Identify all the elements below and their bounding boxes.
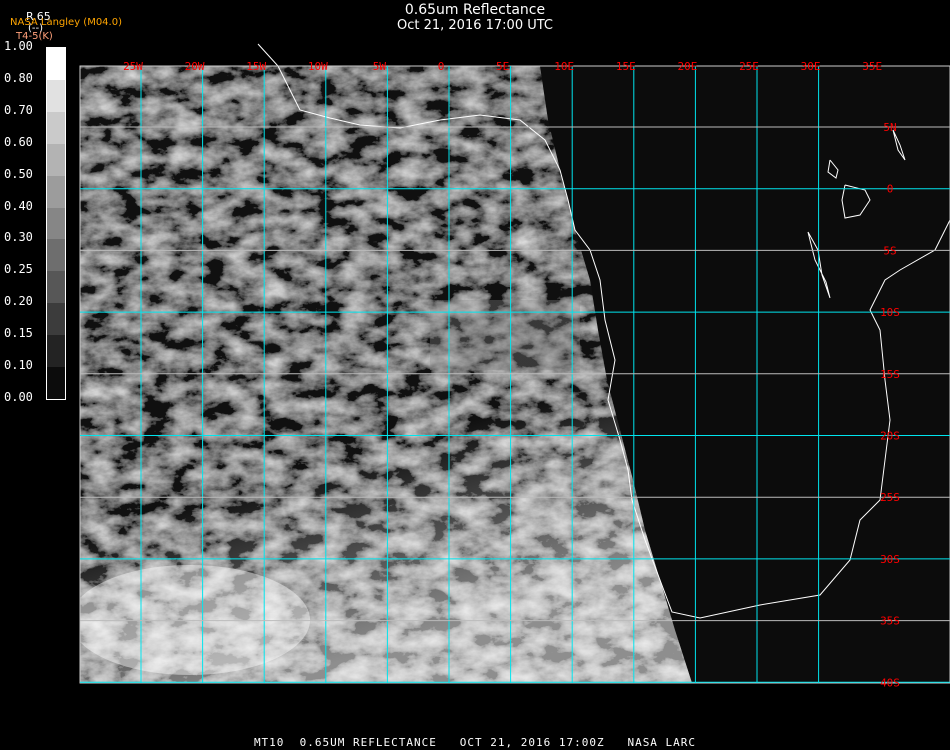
- lat-label: 35S: [880, 615, 900, 628]
- image-datetime: Oct 21, 2016 17:00 UTC: [397, 18, 553, 33]
- scale-tick-label: 0.15: [4, 326, 33, 341]
- lon-label: 20W: [185, 60, 205, 73]
- scale-tick-label: 0.60: [4, 134, 33, 149]
- color-scale-bar: [46, 47, 66, 400]
- lon-label: 20E: [677, 60, 697, 73]
- scale-swatch: [47, 239, 65, 272]
- lat-label: 10S: [880, 306, 900, 319]
- scale-swatch: [47, 111, 65, 144]
- lon-label: 15E: [616, 60, 636, 73]
- scale-swatch: [47, 271, 65, 304]
- scale-swatch: [47, 175, 65, 208]
- lon-label: 35E: [862, 60, 882, 73]
- scale-tick-label: 0.25: [4, 262, 33, 277]
- lon-label: 15W: [246, 60, 266, 73]
- scale-swatch: [47, 335, 65, 368]
- satellite-map: 25W 20W 15W 10W 5W 0 5E 10E 15E 20E 25E 30E 35E 5N 0 5S…: [79, 43, 950, 689]
- product-title: 0.65um Reflectance: [404, 2, 546, 18]
- scale-tick-label: 0.70: [4, 102, 33, 117]
- scale-swatch: [47, 367, 65, 399]
- lat-label: 20S: [880, 430, 900, 443]
- scale-tick-label: 0.50: [4, 166, 33, 181]
- lat-label: 25S: [880, 491, 900, 504]
- lat-label: 5N: [883, 121, 896, 134]
- scale-swatch: [47, 207, 65, 240]
- lat-label: 15S: [880, 368, 900, 381]
- scale-tick-label: 1.00: [4, 39, 33, 53]
- lat-label: 5S: [883, 244, 896, 257]
- scale-tick-label: 0.00: [4, 390, 33, 404]
- scale-tick-label: 0.10: [4, 358, 33, 373]
- lon-label: 30E: [801, 60, 821, 73]
- scale-swatch: [47, 143, 65, 176]
- lon-label: 0: [438, 60, 445, 73]
- scale-tick-label: 0.20: [4, 294, 33, 309]
- footer-caption: MT10 0.65UM REFLECTANCE OCT 21, 2016 17:…: [253, 736, 697, 749]
- source-label: NASA Langley (M04.0): [10, 17, 122, 28]
- lat-label: 40S: [880, 676, 900, 689]
- lat-label: 0: [887, 183, 894, 196]
- lat-label: 30S: [880, 553, 900, 566]
- scale-swatch: [47, 303, 65, 336]
- lon-label: 25E: [739, 60, 759, 73]
- scale-swatch: [47, 48, 65, 80]
- lon-label: 25W: [123, 60, 143, 73]
- lon-label: 10W: [308, 60, 328, 73]
- lon-label: 10E: [554, 60, 574, 73]
- scale-tick-label: 0.40: [4, 198, 33, 213]
- lon-label: 5E: [496, 60, 509, 73]
- scale-swatch: [47, 79, 65, 112]
- scale-tick-label: 0.80: [4, 70, 33, 85]
- scale-tick-label: 0.30: [4, 230, 33, 245]
- lon-label: 5W: [373, 60, 387, 73]
